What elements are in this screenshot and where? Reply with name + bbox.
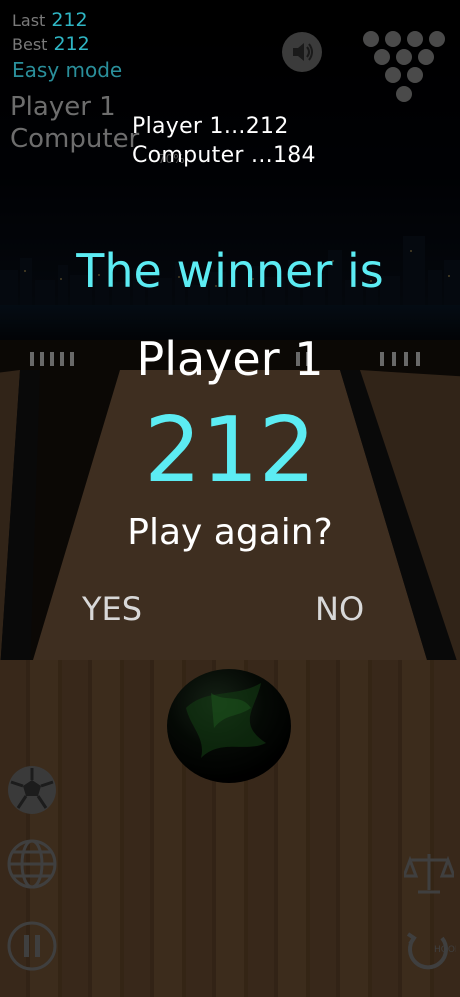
mode-label: Easy mode (12, 58, 123, 82)
svg-text:HOOK: HOOK (434, 945, 456, 955)
pause-icon[interactable] (6, 920, 58, 972)
soccer-ball-icon[interactable] (6, 764, 58, 816)
no-button[interactable]: NO (315, 590, 364, 628)
pins-icon[interactable] (362, 30, 446, 106)
hud-best: Best 212 (12, 32, 90, 56)
hook-icon[interactable]: HOOK (400, 920, 456, 976)
hud-last: Last 212 (12, 8, 88, 32)
yes-button[interactable]: YES (82, 590, 142, 628)
bg-computer-label: Computer (10, 124, 140, 154)
last-label: Last (12, 11, 46, 30)
play-again-prompt: Play again? (127, 512, 333, 553)
scales-icon[interactable] (404, 850, 454, 896)
best-value: 212 (53, 33, 90, 55)
winner-name: Player 1 (136, 332, 324, 386)
best-label: Best (12, 35, 48, 54)
scoreboard-computer: Computer ...184 (132, 143, 316, 168)
speaker-icon[interactable] (282, 32, 322, 72)
winner-score: 212 (144, 398, 316, 503)
globe-icon[interactable] (6, 838, 58, 890)
bg-player-label: Player 1 (10, 92, 116, 122)
scoreboard-player: Player 1...212 (132, 114, 289, 139)
last-value: 212 (51, 9, 88, 31)
winner-title: The winner is (76, 244, 384, 298)
